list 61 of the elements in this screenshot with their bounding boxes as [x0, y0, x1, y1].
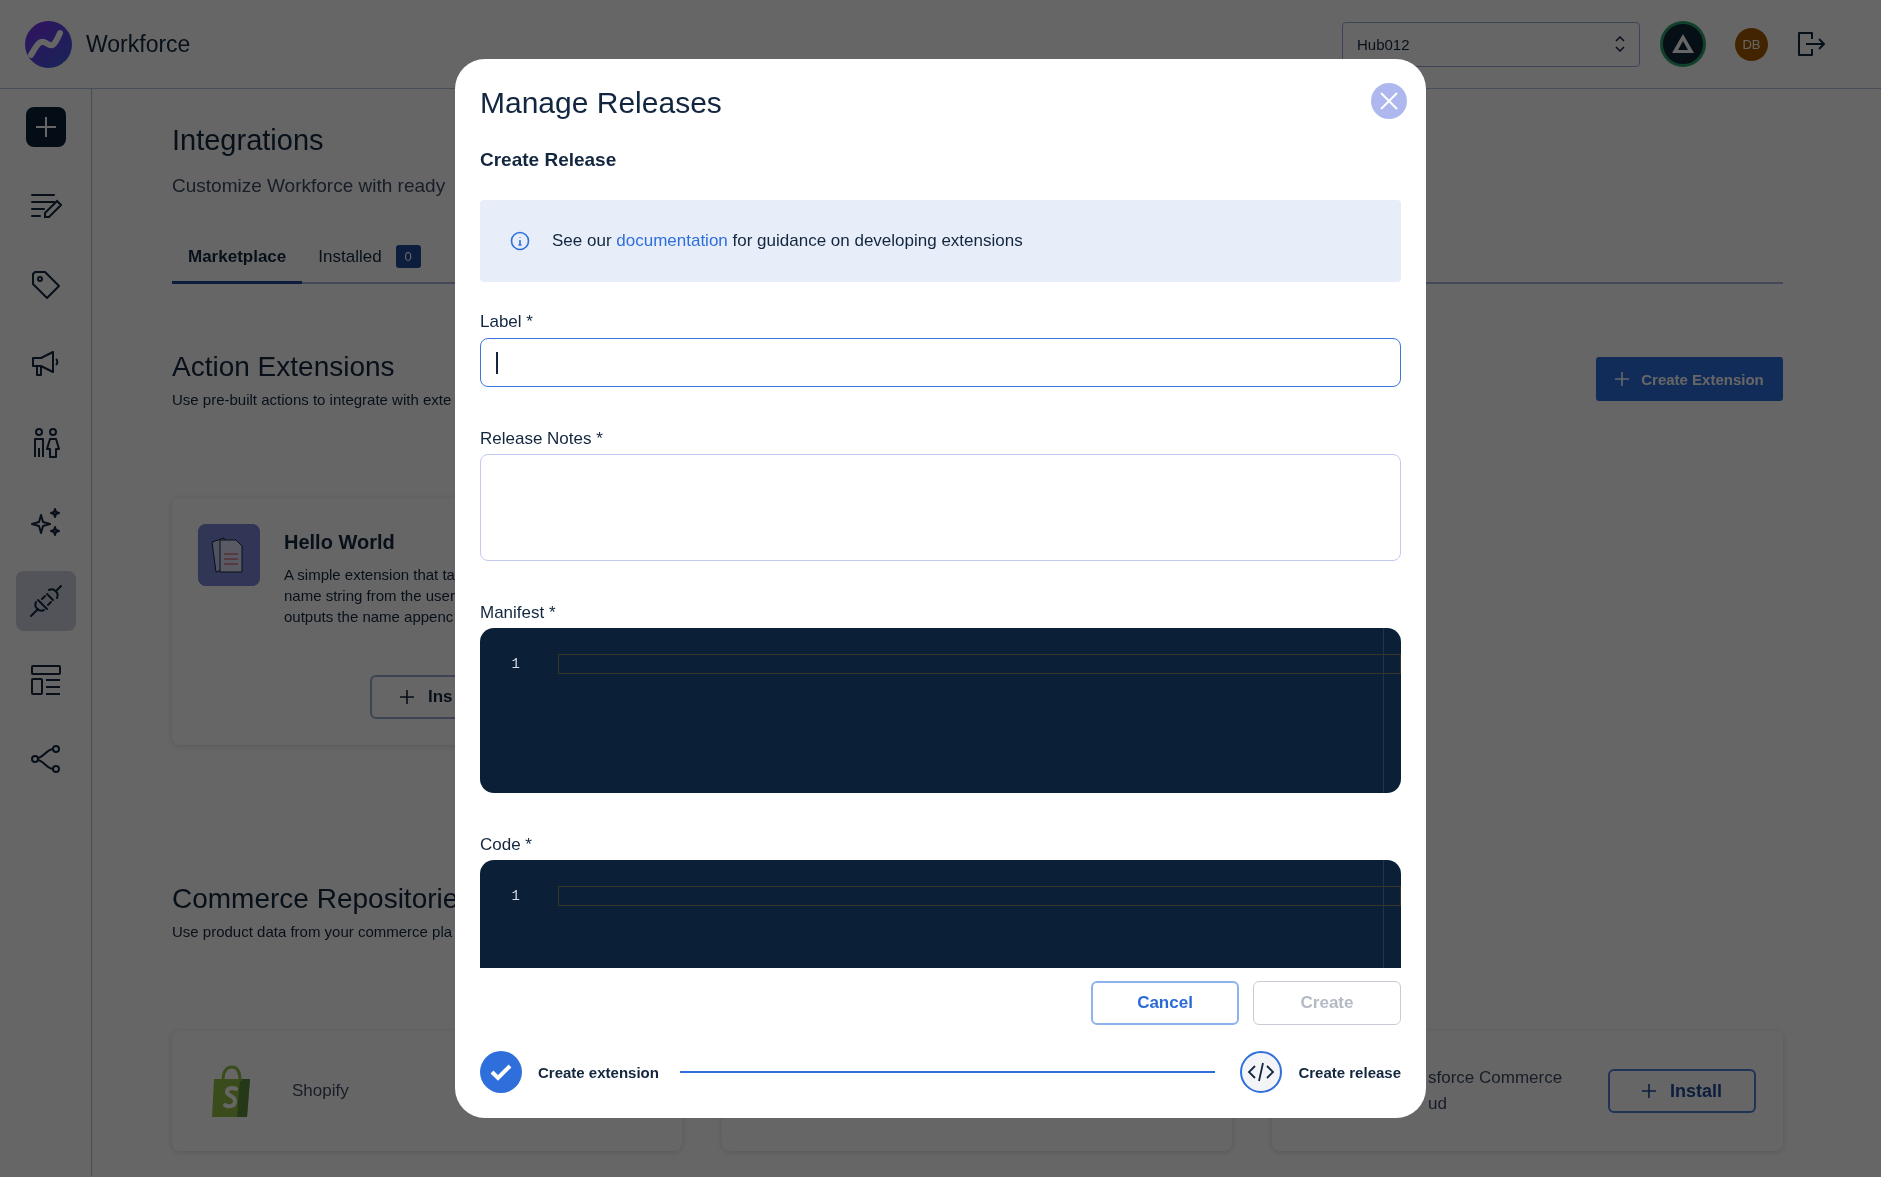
field-label: Code * [480, 835, 533, 855]
install-button[interactable]: Install [1608, 1069, 1756, 1113]
plus-icon [400, 690, 414, 704]
text-cursor [496, 351, 498, 374]
app-name: Workforce [86, 30, 191, 58]
share-icon [30, 745, 61, 773]
plus-icon [1615, 372, 1630, 386]
card-description: A simple extension that ta [284, 565, 455, 585]
tab[interactable]: Marketplace [172, 232, 303, 284]
code-editor[interactable]: 1 [480, 860, 1401, 968]
line-number: 1 [510, 888, 520, 904]
card-description: outputs the name appenc [284, 607, 455, 627]
section-description: Use pre-built actions to integrate with exte [172, 390, 452, 410]
user-avatar[interactable]: DB [1735, 27, 1768, 61]
info-text: See our documentation for guidance on developing extensions [552, 231, 1023, 251]
cancel-button[interactable]: Cancel [1091, 981, 1239, 1025]
section-description: Use product data from your commerce pla [172, 922, 454, 942]
sparkles-icon [30, 507, 61, 537]
line-number: 1 [510, 656, 520, 672]
plug-icon [28, 584, 63, 618]
create-extension-button[interactable]: Create Extension [1596, 357, 1783, 401]
page-title: Integrations [172, 123, 325, 158]
label-input[interactable] [480, 338, 1401, 387]
plus-icon [35, 117, 56, 137]
card-description: name string from the user [284, 586, 455, 606]
field-label: Release Notes * [480, 429, 604, 449]
add-button[interactable] [25, 107, 66, 147]
close-icon [1380, 92, 1398, 110]
section-title: Action Extensions [172, 350, 395, 384]
code-editor[interactable]: 1 [480, 628, 1401, 793]
megaphone-icon [30, 351, 61, 377]
step-label: Create extension [538, 1063, 659, 1081]
workspace-avatar[interactable] [1660, 21, 1706, 67]
field-label: Label * [480, 312, 534, 332]
release-notes-field[interactable] [480, 454, 1401, 561]
hub-select[interactable]: Hub012 [1342, 21, 1640, 67]
page-subtitle: Customize Workforce with ready [172, 174, 447, 198]
notes-icon [29, 192, 62, 220]
close-button[interactable] [1371, 83, 1407, 119]
modal-title: Manage Releases [480, 85, 722, 121]
section-title: Commerce Repositorie [172, 882, 459, 916]
field-label: Manifest * [480, 603, 557, 623]
documents-icon [198, 524, 260, 586]
step-label: Create release [1298, 1063, 1401, 1081]
logout-icon[interactable] [1797, 31, 1825, 57]
card-title: Hello World [284, 530, 396, 554]
count-badge: 0 [395, 245, 421, 268]
integration-name: ud [1428, 1093, 1448, 1115]
info-icon [510, 231, 530, 251]
documentation-link[interactable]: documentation [616, 231, 728, 250]
integration-name: sforce Commerce [1428, 1067, 1563, 1089]
layout-icon [30, 665, 61, 695]
logo-icon [25, 20, 72, 68]
section-title: Create Release [480, 149, 618, 171]
integration-name: Shopify [292, 1080, 349, 1102]
tag-icon [30, 270, 61, 300]
tab[interactable]: Installed 0 [302, 232, 437, 284]
plus-icon [1642, 1084, 1656, 1098]
sidebar-item[interactable] [15, 571, 76, 631]
create-button: Create [1253, 981, 1401, 1025]
chevron-icon [1615, 36, 1625, 52]
